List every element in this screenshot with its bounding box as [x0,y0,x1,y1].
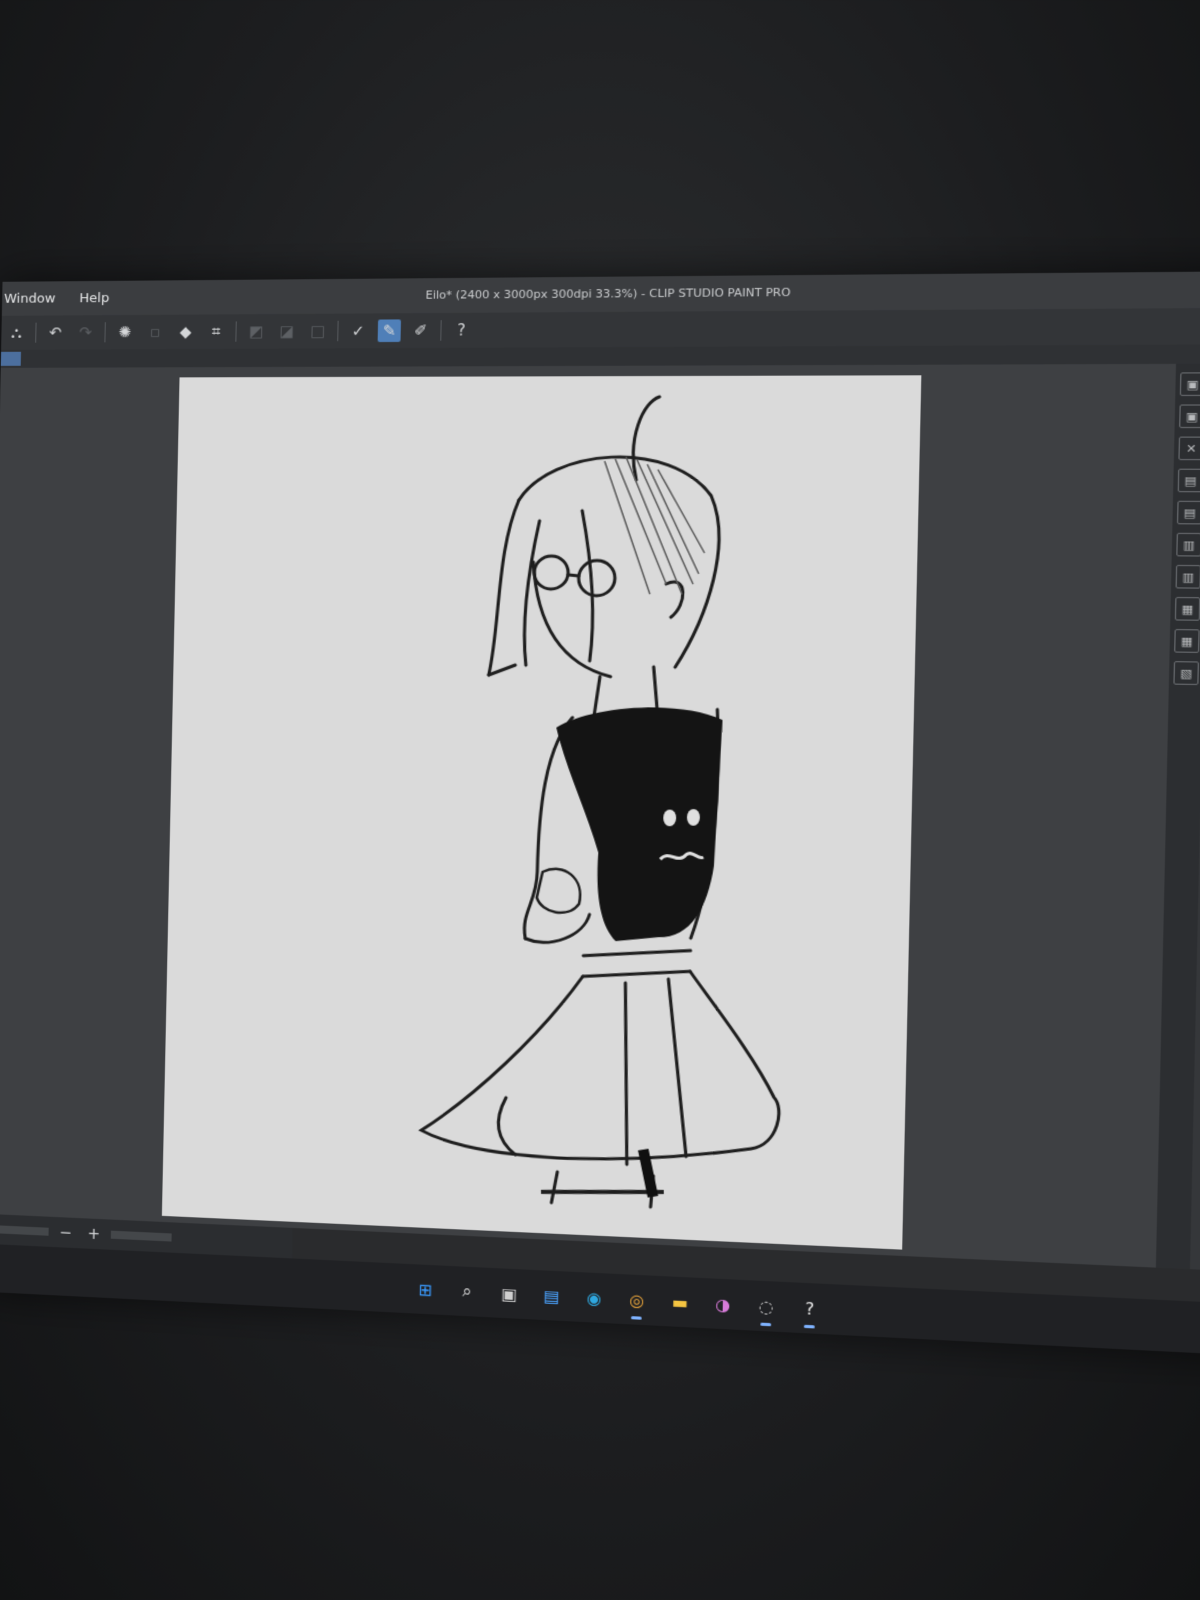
canvas-tab[interactable] [1,352,21,366]
zoom-in-icon[interactable]: + [82,1222,105,1245]
chrome-icon[interactable]: ◎ [623,1286,651,1314]
divider [104,322,105,342]
redo-icon[interactable]: ↷ [74,321,97,343]
pen-alt-icon[interactable]: ✐ [409,319,432,342]
divider [235,321,236,341]
export-icon[interactable]: ⛬ [5,322,27,344]
edge-icon[interactable]: ◉ [580,1284,608,1312]
workspace[interactable]: + [0,364,1176,1268]
zoom-slider[interactable] [0,1225,49,1236]
monitor-screen: Window Help Eilo* (2400 x 3000px 300dpi … [0,271,1200,1358]
layer-option-icon[interactable]: ▥ [1176,565,1200,589]
new-folder-icon[interactable]: ▣ [1179,404,1200,428]
drawing-canvas[interactable]: + [162,375,921,1249]
selection-border-icon[interactable]: □ [306,320,329,343]
transform-icon[interactable]: ⌗ [205,320,228,342]
loading-icon[interactable]: ✺ [113,321,136,343]
divider [337,321,338,341]
task-view-icon[interactable]: ▣ [495,1279,523,1307]
file-explorer-icon[interactable]: ▬ [665,1288,694,1316]
search-icon[interactable]: ⌕ [453,1277,481,1305]
pen-selected-icon[interactable]: ✎ [378,319,401,342]
divider [35,323,36,343]
undo-icon[interactable]: ↶ [44,321,66,343]
zoom-out-icon[interactable]: − [54,1221,77,1244]
window-title: Eilo* (2400 x 3000px 300dpi 33.3%) - CLI… [425,286,790,302]
new-layer-icon[interactable]: ▣ [1180,372,1200,396]
layer-option-icon[interactable]: ▥ [1176,533,1200,557]
menu-help[interactable]: Help [77,289,111,308]
clear-icon[interactable]: ▫ [144,321,167,343]
rotate-slider[interactable] [111,1231,172,1242]
layer-option-icon[interactable]: ▧ [1173,661,1199,685]
app-icon[interactable]: ◑ [708,1290,737,1318]
fill-icon[interactable]: ◆ [174,321,197,343]
crosshair-cursor-icon: + [914,815,922,832]
selection-invert-icon[interactable]: ◪ [275,320,298,343]
menu-window[interactable]: Window [2,289,58,308]
layer-option-icon[interactable]: ▦ [1175,597,1200,621]
menu-bar: Window Help [2,289,112,309]
help-icon[interactable]: ? [450,319,474,342]
app-icon[interactable]: ◌ [752,1292,781,1321]
pen-icon[interactable]: ✓ [346,320,369,343]
selection-off-icon[interactable]: ◩ [245,320,268,342]
layer-option-icon[interactable]: ▤ [1178,469,1200,493]
layer-option-icon[interactable]: ▤ [1177,501,1200,525]
widgets-icon[interactable]: ▤ [537,1282,565,1310]
divider [440,320,441,341]
clip-studio-icon[interactable]: ? [795,1294,824,1323]
layer-option-icon[interactable]: ▦ [1174,629,1200,653]
delete-layer-icon[interactable]: ✕ [1178,437,1200,461]
sketch-drawing [162,375,921,1249]
start-icon[interactable]: ⊞ [411,1275,439,1303]
